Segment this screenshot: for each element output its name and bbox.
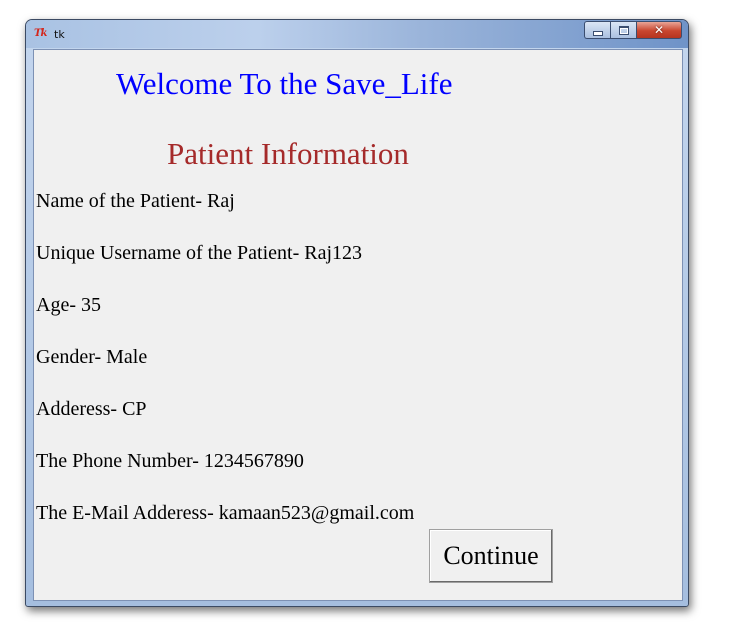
close-icon: ✕ — [653, 23, 665, 37]
patient-phone-label: The Phone Number- 1234567890 — [36, 450, 304, 472]
window-controls: ✕ — [584, 21, 682, 39]
close-button[interactable]: ✕ — [636, 21, 682, 39]
patient-name-label: Name of the Patient- Raj — [36, 190, 235, 212]
app-window: Tk tk ✕ Welcome To the Save_Life Patient… — [25, 19, 689, 607]
patient-email-label: The E-Mail Adderess- kamaan523@gmail.com — [36, 502, 415, 524]
tk-app-icon[interactable]: Tk — [34, 28, 47, 39]
patient-gender-label: Gender- Male — [36, 346, 148, 368]
minimize-icon — [592, 30, 603, 36]
maximize-button[interactable] — [610, 21, 636, 39]
title-bar[interactable]: Tk tk ✕ — [26, 20, 688, 48]
welcome-heading: Welcome To the Save_Life — [116, 66, 453, 101]
window-title: tk — [54, 28, 65, 41]
patient-info-heading: Patient Information — [167, 136, 409, 171]
continue-button[interactable]: Continue — [429, 529, 553, 583]
patient-username-label: Unique Username of the Patient- Raj123 — [36, 242, 363, 264]
client-area: Welcome To the Save_Life Patient Informa… — [33, 49, 683, 601]
patient-address-label: Adderess- CP — [36, 398, 147, 420]
patient-age-label: Age- 35 — [36, 294, 101, 316]
minimize-button[interactable] — [584, 21, 610, 39]
maximize-icon — [618, 25, 629, 35]
